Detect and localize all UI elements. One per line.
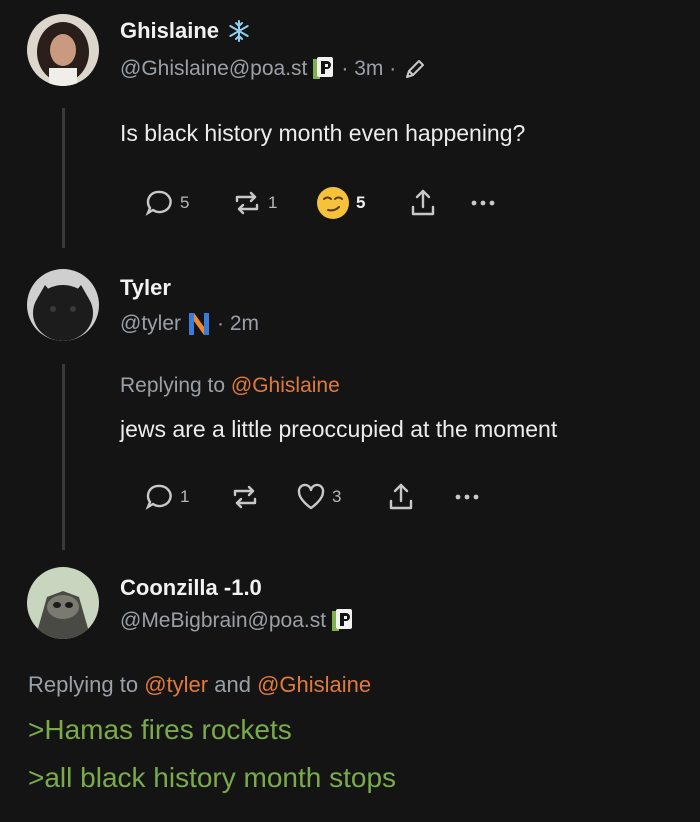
more-button[interactable] xyxy=(468,188,498,218)
post-actions: 1 3 xyxy=(144,482,482,512)
thread-line xyxy=(62,108,65,248)
mention-link-tyler[interactable]: @tyler xyxy=(144,672,208,697)
repost-icon xyxy=(233,485,257,509)
like-count: 3 xyxy=(332,487,342,506)
post-actions: 5 1 5 xyxy=(144,186,498,220)
author-handle[interactable]: @MeBigbrain@poa.st xyxy=(120,609,326,633)
more-icon xyxy=(471,200,495,206)
more-button[interactable] xyxy=(452,482,482,512)
post-time: · 3m · xyxy=(341,57,397,80)
reply-icon xyxy=(145,190,172,216)
post-meta: @MeBigbrain@poa.st xyxy=(120,609,354,633)
smirk-emoji-icon xyxy=(317,187,349,219)
post-text: jews are a little preoccupied at the mom… xyxy=(120,416,558,442)
snowflake-icon xyxy=(229,20,249,42)
post-ghislaine: Ghislaine @Ghislaine@poa.st · 3m · Is bl… xyxy=(0,0,700,260)
like-button[interactable]: 3 xyxy=(296,482,386,512)
post-text: Is black history month even happening? xyxy=(120,120,526,146)
greentext-line-2: >all black history month stops xyxy=(28,762,397,793)
instance-badge-icon xyxy=(313,57,335,81)
pencil-icon xyxy=(406,60,425,78)
replying-to: Replying to @tyler and @Ghislaine xyxy=(28,672,371,698)
reaction-button[interactable]: 5 xyxy=(316,186,408,220)
author-name-text: Tyler xyxy=(120,275,171,300)
instance-n-icon xyxy=(189,313,209,335)
replying-label: Replying to xyxy=(120,374,226,397)
reply-button[interactable]: 1 xyxy=(144,482,230,512)
repost-button[interactable] xyxy=(230,482,296,512)
repost-icon xyxy=(235,191,259,215)
share-icon xyxy=(389,483,413,510)
instance-badge-icon xyxy=(332,609,354,633)
replying-label: Replying to xyxy=(28,672,139,697)
share-icon xyxy=(411,189,435,216)
share-button[interactable] xyxy=(408,188,468,218)
post-coonzilla: Coonzilla -1.0 @MeBigbrain@poa.st Replyi… xyxy=(0,560,700,822)
mention-link[interactable]: @Ghislaine xyxy=(231,374,340,397)
author-name-text: Coonzilla -1.0 xyxy=(120,575,262,600)
reaction-count: 5 xyxy=(356,193,366,212)
reply-count: 5 xyxy=(180,193,190,212)
replying-to: Replying to @Ghislaine xyxy=(120,374,340,398)
author-name[interactable]: Ghislaine xyxy=(120,18,251,44)
post-meta: @tyler · 2m xyxy=(120,311,259,337)
author-name[interactable]: Coonzilla -1.0 xyxy=(120,575,262,601)
share-button[interactable] xyxy=(386,482,452,512)
post-meta: @Ghislaine@poa.st · 3m · xyxy=(120,56,428,82)
greentext-line-1: >Hamas fires rockets xyxy=(28,714,292,745)
author-handle[interactable]: @Ghislaine@poa.st xyxy=(120,57,307,81)
avatar-coonzilla[interactable] xyxy=(27,567,99,639)
heart-icon xyxy=(297,483,325,510)
post-time: · 2m xyxy=(217,312,259,335)
repost-count: 1 xyxy=(268,193,278,212)
author-handle[interactable]: @tyler xyxy=(120,312,181,336)
mention-link-ghislaine[interactable]: @Ghislaine xyxy=(257,672,371,697)
post-tyler: Tyler @tyler · 2m Replying to @Ghislaine… xyxy=(0,260,700,560)
author-name-text: Ghislaine xyxy=(120,18,220,43)
reply-count: 1 xyxy=(180,487,190,506)
reply-icon xyxy=(145,484,172,510)
more-icon xyxy=(455,494,479,500)
thread-line xyxy=(62,364,65,550)
avatar-ghislaine[interactable] xyxy=(27,14,99,86)
avatar-tyler[interactable] xyxy=(27,269,99,341)
and-word: and xyxy=(214,672,251,697)
author-name[interactable]: Tyler xyxy=(120,275,171,301)
reply-button[interactable]: 5 xyxy=(144,188,232,218)
repost-button[interactable]: 1 xyxy=(232,188,316,218)
